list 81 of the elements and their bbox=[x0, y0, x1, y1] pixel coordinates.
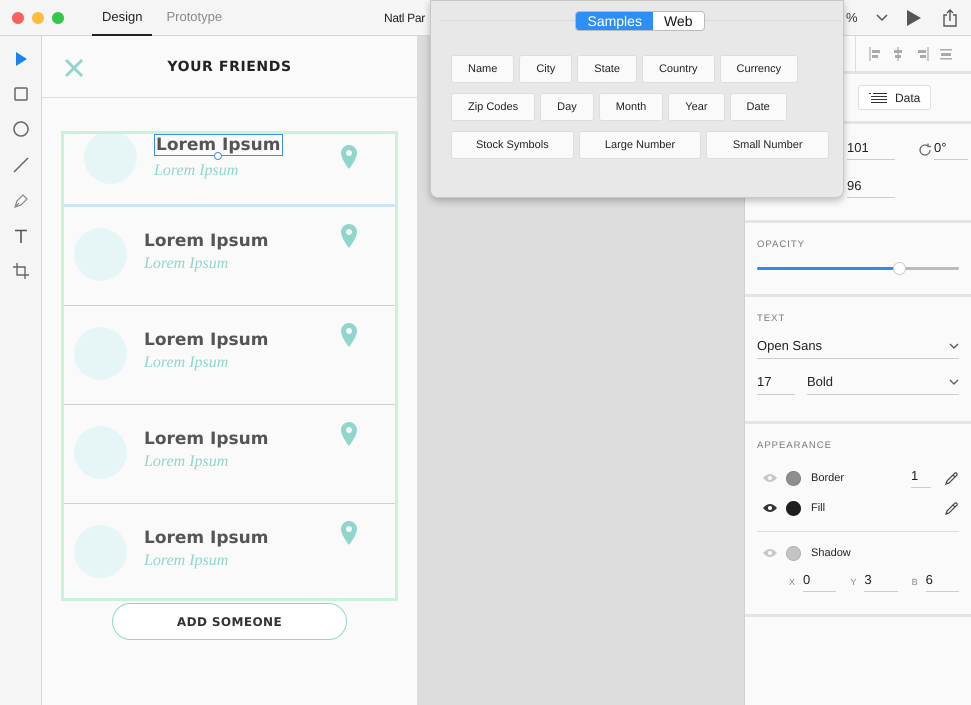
font-family-dropdown[interactable]: Open Sans bbox=[757, 338, 959, 359]
shadow-value-field[interactable]: 0 bbox=[803, 572, 836, 592]
list-icon bbox=[869, 92, 887, 102]
share-icon[interactable] bbox=[943, 8, 957, 26]
border-width-field[interactable]: 1 bbox=[911, 468, 931, 488]
friend-subtitle: Lorem Ipsum bbox=[144, 354, 228, 372]
sample-data-button[interactable]: Month bbox=[598, 93, 664, 121]
font-size-field[interactable]: 17 bbox=[757, 374, 795, 395]
sample-data-button[interactable]: Name bbox=[451, 55, 514, 83]
sample-data-button[interactable]: Day bbox=[540, 93, 594, 121]
section-label: APPEARANCE bbox=[757, 440, 833, 451]
friend-subtitle: Lorem Ipsum bbox=[154, 162, 238, 180]
location-pin-icon bbox=[341, 521, 357, 545]
sample-data-button[interactable]: Large Number bbox=[578, 131, 702, 159]
text-tool-icon[interactable] bbox=[14, 229, 28, 243]
close-icon bbox=[64, 58, 84, 78]
chevron-down-icon bbox=[949, 378, 959, 384]
friend-name: Lorem Ipsum bbox=[154, 134, 282, 156]
friend-subtitle: Lorem Ipsum bbox=[144, 453, 228, 471]
layer-label: Shadow bbox=[811, 547, 852, 559]
ellipse-icon[interactable] bbox=[12, 121, 28, 137]
rotation-field[interactable]: 0° bbox=[934, 140, 968, 160]
color-swatch[interactable] bbox=[786, 500, 801, 516]
document-title: Natl Par bbox=[384, 10, 425, 24]
height-field[interactable]: 96 bbox=[847, 178, 895, 198]
location-pin-icon bbox=[341, 224, 357, 248]
close-window-button[interactable] bbox=[12, 12, 24, 24]
avatar-placeholder bbox=[84, 134, 137, 184]
friend-name: Lorem Ipsum bbox=[144, 329, 268, 351]
color-swatch[interactable] bbox=[786, 470, 801, 486]
rectangle-icon[interactable] bbox=[14, 87, 28, 101]
add-someone-button[interactable]: ADD SOMEONE bbox=[112, 603, 347, 640]
sample-data-button[interactable]: Year bbox=[668, 93, 725, 121]
data-button[interactable]: Data bbox=[858, 85, 932, 110]
pen-icon[interactable] bbox=[12, 193, 28, 209]
sample-data-button[interactable]: Date bbox=[730, 93, 787, 121]
shadow-value-field[interactable]: 6 bbox=[926, 572, 959, 592]
location-pin-icon bbox=[341, 323, 357, 347]
sample-data-button[interactable]: Currency bbox=[720, 55, 798, 83]
friend-name: Lorem Ipsum bbox=[144, 428, 268, 450]
line-icon[interactable] bbox=[12, 157, 28, 173]
font-weight-dropdown[interactable]: Bold bbox=[807, 374, 959, 395]
location-pin-icon bbox=[341, 422, 357, 446]
slider-thumb[interactable] bbox=[893, 262, 906, 275]
friend-subtitle: Lorem Ipsum bbox=[144, 255, 228, 273]
zoom-window-button[interactable] bbox=[52, 12, 64, 24]
axis-label: X bbox=[789, 577, 796, 587]
eyedropper-icon[interactable] bbox=[945, 471, 959, 485]
location-pin-icon bbox=[341, 145, 357, 169]
color-swatch[interactable] bbox=[786, 546, 801, 560]
opacity-slider[interactable] bbox=[757, 262, 959, 275]
alignment-icons-drawing[interactable] bbox=[869, 46, 953, 60]
layer-label: Border bbox=[811, 472, 846, 484]
play-icon[interactable] bbox=[906, 8, 922, 26]
artboard-icon[interactable] bbox=[12, 263, 28, 279]
shadow-value-field[interactable]: 3 bbox=[864, 572, 898, 592]
axis-label: Y bbox=[850, 577, 856, 587]
friend-subtitle: Lorem Ipsum bbox=[144, 552, 228, 570]
eye-icon[interactable] bbox=[762, 503, 778, 513]
friend-name: Lorem Ipsum bbox=[144, 230, 268, 252]
layer-label: Fill bbox=[811, 502, 826, 514]
section-label: OPACITY bbox=[757, 239, 806, 250]
chevron-down-icon bbox=[949, 342, 959, 348]
sample-data-button[interactable]: Small Number bbox=[706, 131, 830, 159]
zoom-level[interactable]: % bbox=[846, 10, 858, 25]
chevron-down-icon[interactable] bbox=[876, 14, 888, 22]
rotate-icon bbox=[918, 143, 932, 157]
sample-data-button[interactable]: City bbox=[519, 55, 572, 83]
width-field[interactable]: 101 bbox=[847, 140, 895, 160]
axis-label: B bbox=[912, 577, 918, 587]
pointer-icon[interactable] bbox=[14, 51, 28, 67]
text-handle[interactable] bbox=[214, 152, 222, 160]
sample-data-button[interactable]: Zip Codes bbox=[451, 93, 536, 121]
screen-title: YOUR FRIENDS bbox=[167, 58, 292, 74]
sample-data-button[interactable]: State bbox=[577, 55, 637, 83]
section-label: TEXT bbox=[757, 313, 786, 324]
segment-tab[interactable]: Web bbox=[652, 12, 704, 30]
sample-data-button[interactable]: Stock Symbols bbox=[451, 131, 574, 159]
eyedropper-icon[interactable] bbox=[945, 501, 959, 515]
friend-name: Lorem Ipsum bbox=[144, 527, 268, 549]
sample-data-button[interactable]: Country bbox=[642, 55, 715, 83]
